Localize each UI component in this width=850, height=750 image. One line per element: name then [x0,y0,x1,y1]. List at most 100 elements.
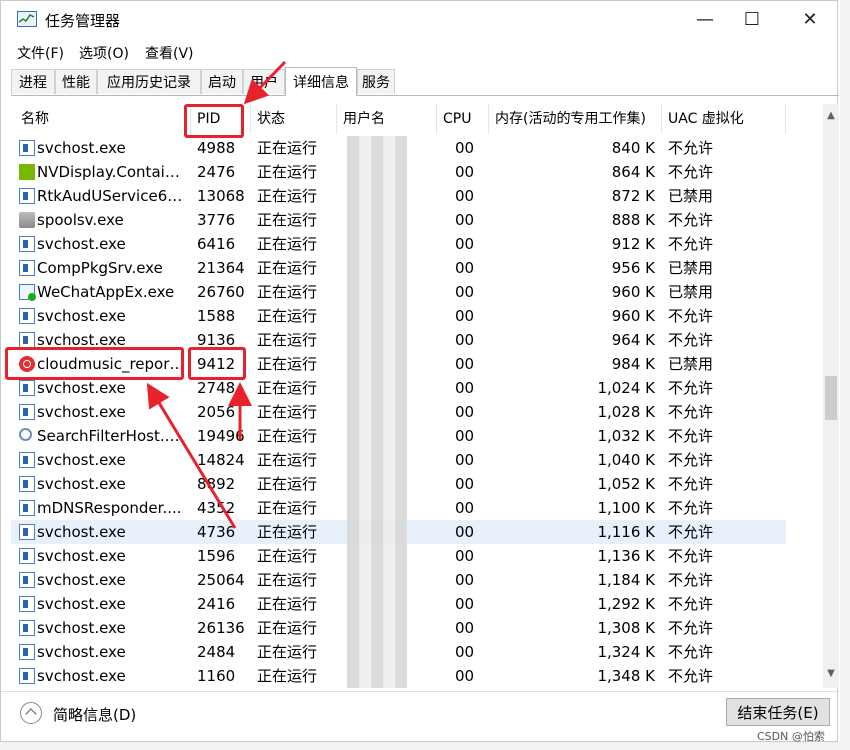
process-name: svchost.exe [37,547,126,565]
scroll-thumb[interactable] [825,376,837,420]
status-cell: 正在运行 [257,571,318,589]
table-row[interactable]: svchost.exe 1596 正在运行 00 1,136 K 不允许 [11,544,786,568]
status-cell: 正在运行 [257,499,318,517]
memory-cell: 960 K [611,283,655,301]
table-row[interactable]: svchost.exe 2056 正在运行 00 1,028 K 不允许 [11,400,786,424]
pid-cell: 14824 [197,451,245,469]
table-row[interactable]: svchost.exe 25064 正在运行 00 1,184 K 不允许 [11,568,786,592]
cpu-cell: 00 [455,283,475,301]
table-row[interactable]: NVDisplay.Contain... 2476 正在运行 00 864 K 不允许 [11,160,786,184]
exe-icon [19,140,35,156]
column-header-name[interactable]: 名称 [15,104,191,134]
menu-view[interactable]: 查看(V) [145,43,194,63]
end-task-button[interactable]: 结束任务(E) [726,698,830,726]
wechat-icon [19,284,36,301]
redacted-username [347,136,407,160]
cpu-cell: 00 [455,547,475,565]
table-row[interactable]: RtkAudUService64.... 13068 正在运行 00 872 K 已禁用 [11,184,786,208]
memory-cell: 912 K [611,235,655,253]
table-row[interactable]: svchost.exe 26136 正在运行 00 1,308 K 不允许 [11,616,786,640]
tab-services[interactable]: 服务 [357,69,395,94]
status-cell: 正在运行 [257,355,318,373]
table-row[interactable]: SearchFilterHost.e... 19496 正在运行 00 1,032 K 不… [11,424,786,448]
cpu-cell: 00 [455,619,475,637]
redacted-username [347,280,407,304]
status-cell: 正在运行 [257,523,318,541]
cpu-cell: 00 [455,571,475,589]
process-name-cell: svchost.exe [15,640,187,664]
memory-cell: 1,292 K [597,595,655,613]
table-row[interactable]: svchost.exe 4736 正在运行 00 1,116 K 不允许 [11,520,786,544]
uac-cell: 已禁用 [668,355,714,373]
pid-cell: 19496 [197,427,245,445]
tab-processes[interactable]: 进程 [11,69,55,94]
vertical-scrollbar[interactable]: ▲ ▼ [823,104,839,688]
table-row[interactable]: svchost.exe 1588 正在运行 00 960 K 不允许 [11,304,786,328]
tab-users[interactable]: 用户 [243,69,285,94]
table-row[interactable]: spoolsv.exe 3776 正在运行 00 888 K 不允许 [11,208,786,232]
process-name-cell: svchost.exe [15,568,187,592]
table-row[interactable]: svchost.exe 2484 正在运行 00 1,324 K 不允许 [11,640,786,664]
memory-cell: 1,184 K [597,571,655,589]
table-header: 名称 PID 状态 用户名 CPU 内存(活动的专用工作集) ︿ UAC 虚拟化 [11,104,823,134]
status-cell: 正在运行 [257,235,318,253]
pid-cell: 4352 [197,499,236,517]
redacted-username [347,208,407,232]
status-cell: 正在运行 [257,475,318,493]
column-header-uac[interactable]: UAC 虚拟化 [662,104,786,134]
cpu-cell: 00 [455,331,475,349]
table-row[interactable]: svchost.exe 1160 正在运行 00 1,348 K 不允许 [11,664,786,688]
table-row[interactable]: WeChatAppEx.exe 26760 正在运行 00 960 K 已禁用 [11,280,786,304]
redacted-username [347,160,407,184]
column-header-status[interactable]: 状态 [251,104,337,134]
process-name: RtkAudUService64.... [37,187,187,205]
status-cell: 正在运行 [257,451,318,469]
table-row[interactable]: svchost.exe 4988 正在运行 00 840 K 不允许 [11,136,786,160]
status-cell: 正在运行 [257,403,318,421]
scroll-up-icon[interactable]: ▲ [823,108,839,124]
pid-cell: 2748 [197,379,236,397]
column-header-pid[interactable]: PID [191,104,251,134]
maximize-button[interactable]: ☐ [729,1,775,37]
process-name: svchost.exe [37,619,126,637]
process-name: cloudmusic_report... [37,355,187,373]
table-row[interactable]: svchost.exe 14824 正在运行 00 1,040 K 不允许 [11,448,786,472]
column-header-cpu[interactable]: CPU [437,104,489,134]
table-row[interactable]: svchost.exe 2416 正在运行 00 1,292 K 不允许 [11,592,786,616]
menu-options[interactable]: 选项(O) [79,43,129,63]
minimize-button[interactable]: — [682,1,728,37]
chevron-up-icon[interactable] [20,702,42,724]
menu-file[interactable]: 文件(F) [17,43,64,63]
table-row[interactable]: svchost.exe 8892 正在运行 00 1,052 K 不允许 [11,472,786,496]
netease-music-icon [19,356,35,372]
scroll-down-icon[interactable]: ▼ [823,666,839,682]
column-header-username[interactable]: 用户名 [337,104,437,134]
fewer-details-link[interactable]: 简略信息(D) [53,704,136,725]
tab-app-history[interactable]: 应用历史记录 [97,69,201,94]
table-row[interactable]: svchost.exe 6416 正在运行 00 912 K 不允许 [11,232,786,256]
table-row[interactable]: cloudmusic_report... 9412 正在运行 00 984 K 已禁用 [11,352,786,376]
process-name: svchost.exe [37,595,126,613]
table-row[interactable]: mDNSResponder.... 4352 正在运行 00 1,100 K 不允许 [11,496,786,520]
memory-cell: 956 K [611,259,655,277]
redacted-username [347,304,407,328]
redacted-username [347,184,407,208]
tab-performance[interactable]: 性能 [55,69,97,94]
footer-bar: 简略信息(D) 结束任务(E) [1,691,839,740]
nvidia-icon [19,164,35,180]
uac-cell: 不允许 [668,235,714,253]
background-edge [840,0,850,750]
title-bar: 任务管理器 — ☐ ✕ [1,1,837,39]
status-cell: 正在运行 [257,139,318,157]
process-name-cell: svchost.exe [15,592,187,616]
tab-startup[interactable]: 启动 [201,69,243,94]
table-row[interactable]: svchost.exe 2748 正在运行 00 1,024 K 不允许 [11,376,786,400]
tab-details[interactable]: 详细信息 [285,67,357,96]
exe-icon [19,260,35,276]
table-row[interactable]: CompPkgSrv.exe 21364 正在运行 00 956 K 已禁用 [11,256,786,280]
uac-cell: 不允许 [668,523,714,541]
close-button[interactable]: ✕ [787,1,833,37]
table-row[interactable]: svchost.exe 9136 正在运行 00 964 K 不允许 [11,328,786,352]
process-name: svchost.exe [37,523,126,541]
status-cell: 正在运行 [257,619,318,637]
